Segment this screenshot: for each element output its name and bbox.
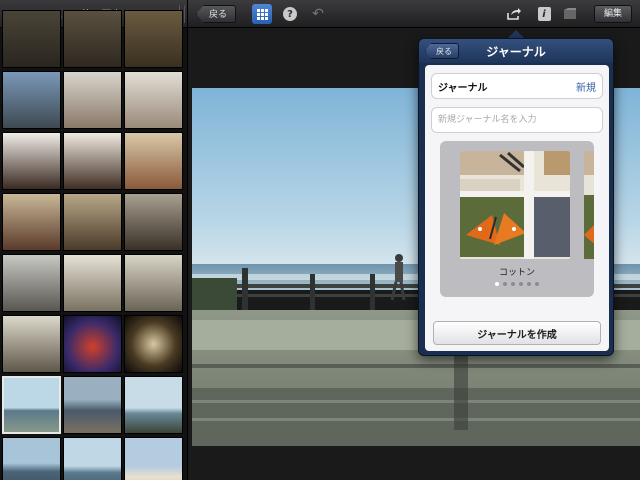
- toolbar: 戻る ? ↶ i 編集: [188, 0, 640, 28]
- thumb-gift-box-3[interactable]: [63, 193, 122, 251]
- thumb-sea-2[interactable]: [63, 437, 122, 480]
- edit-button[interactable]: 編集: [593, 5, 632, 23]
- theme-name: コットン: [498, 268, 535, 278]
- share-icon[interactable]: [504, 4, 524, 24]
- thumb-man-gift-2[interactable]: [63, 132, 122, 190]
- thumb-paper-1[interactable]: [63, 254, 122, 312]
- thumb-cyclist[interactable]: [63, 376, 122, 434]
- page-dot[interactable]: [503, 282, 507, 286]
- thumb-beach-2[interactable]: [124, 376, 183, 434]
- thumb-man-gift-1[interactable]: [2, 132, 61, 190]
- theme-preview-cotton[interactable]: [460, 151, 570, 259]
- thumb-beach-selected[interactable]: [2, 376, 61, 434]
- thumb-paper-2[interactable]: [124, 254, 183, 312]
- back-button[interactable]: 戻る: [196, 5, 237, 23]
- grid-view-icon[interactable]: [252, 4, 272, 24]
- thumb-street-3[interactable]: [124, 10, 183, 68]
- thumb-brown-glass[interactable]: [124, 315, 183, 373]
- page-dot[interactable]: [495, 282, 499, 286]
- page-dot[interactable]: [527, 282, 531, 286]
- journal-icon[interactable]: [560, 4, 580, 24]
- thumb-gift-box-2[interactable]: [2, 193, 61, 251]
- thumb-train-window[interactable]: [2, 71, 61, 129]
- info-icon[interactable]: i: [534, 4, 554, 24]
- popover-header: 戻る ジャーナル: [419, 39, 613, 63]
- journal-popover: 戻る ジャーナル ジャーナル 新規 新規ジャーナル名を入力 コットン ジャーナル…: [418, 38, 614, 356]
- new-journal-option[interactable]: 新規: [576, 79, 596, 94]
- popover-title: ジャーナル: [486, 45, 546, 59]
- page-dot[interactable]: [511, 282, 515, 286]
- journal-name-input[interactable]: [431, 107, 603, 133]
- theme-preview-next[interactable]: [584, 151, 594, 259]
- help-icon[interactable]: ?: [280, 4, 300, 24]
- thumb-gift-box-4[interactable]: [124, 193, 183, 251]
- page-dot[interactable]: [535, 282, 539, 286]
- theme-carousel[interactable]: コットン: [440, 141, 594, 297]
- thumb-coast[interactable]: [124, 437, 183, 480]
- thumb-street-2[interactable]: [63, 10, 122, 68]
- page-dot[interactable]: [519, 282, 523, 286]
- journal-selector-row[interactable]: ジャーナル 新規: [431, 73, 603, 99]
- undo-icon[interactable]: ↶: [308, 4, 328, 24]
- thumb-gift-box-1[interactable]: [124, 132, 183, 190]
- thumb-office-1[interactable]: [2, 254, 61, 312]
- create-journal-button[interactable]: ジャーナルを作成: [433, 321, 601, 345]
- page-indicator[interactable]: [440, 282, 594, 286]
- iphoto-window: 1,000枚の写真 ▼ 戻る ? ↶ i 編集: [0, 0, 640, 480]
- thumb-paper-3[interactable]: [2, 315, 61, 373]
- thumb-red-glass[interactable]: [63, 315, 122, 373]
- journal-label: ジャーナル: [438, 82, 488, 94]
- thumb-sea-1[interactable]: [2, 437, 61, 480]
- thumb-street-1[interactable]: [2, 10, 61, 68]
- thumb-person-laptop-1[interactable]: [63, 71, 122, 129]
- photo-browser-sidebar: 1,000枚の写真 ▼: [0, 0, 188, 480]
- thumb-person-laptop-2[interactable]: [124, 71, 183, 129]
- popover-body: ジャーナル 新規 新規ジャーナル名を入力 コットン ジャーナルを作成: [425, 65, 609, 351]
